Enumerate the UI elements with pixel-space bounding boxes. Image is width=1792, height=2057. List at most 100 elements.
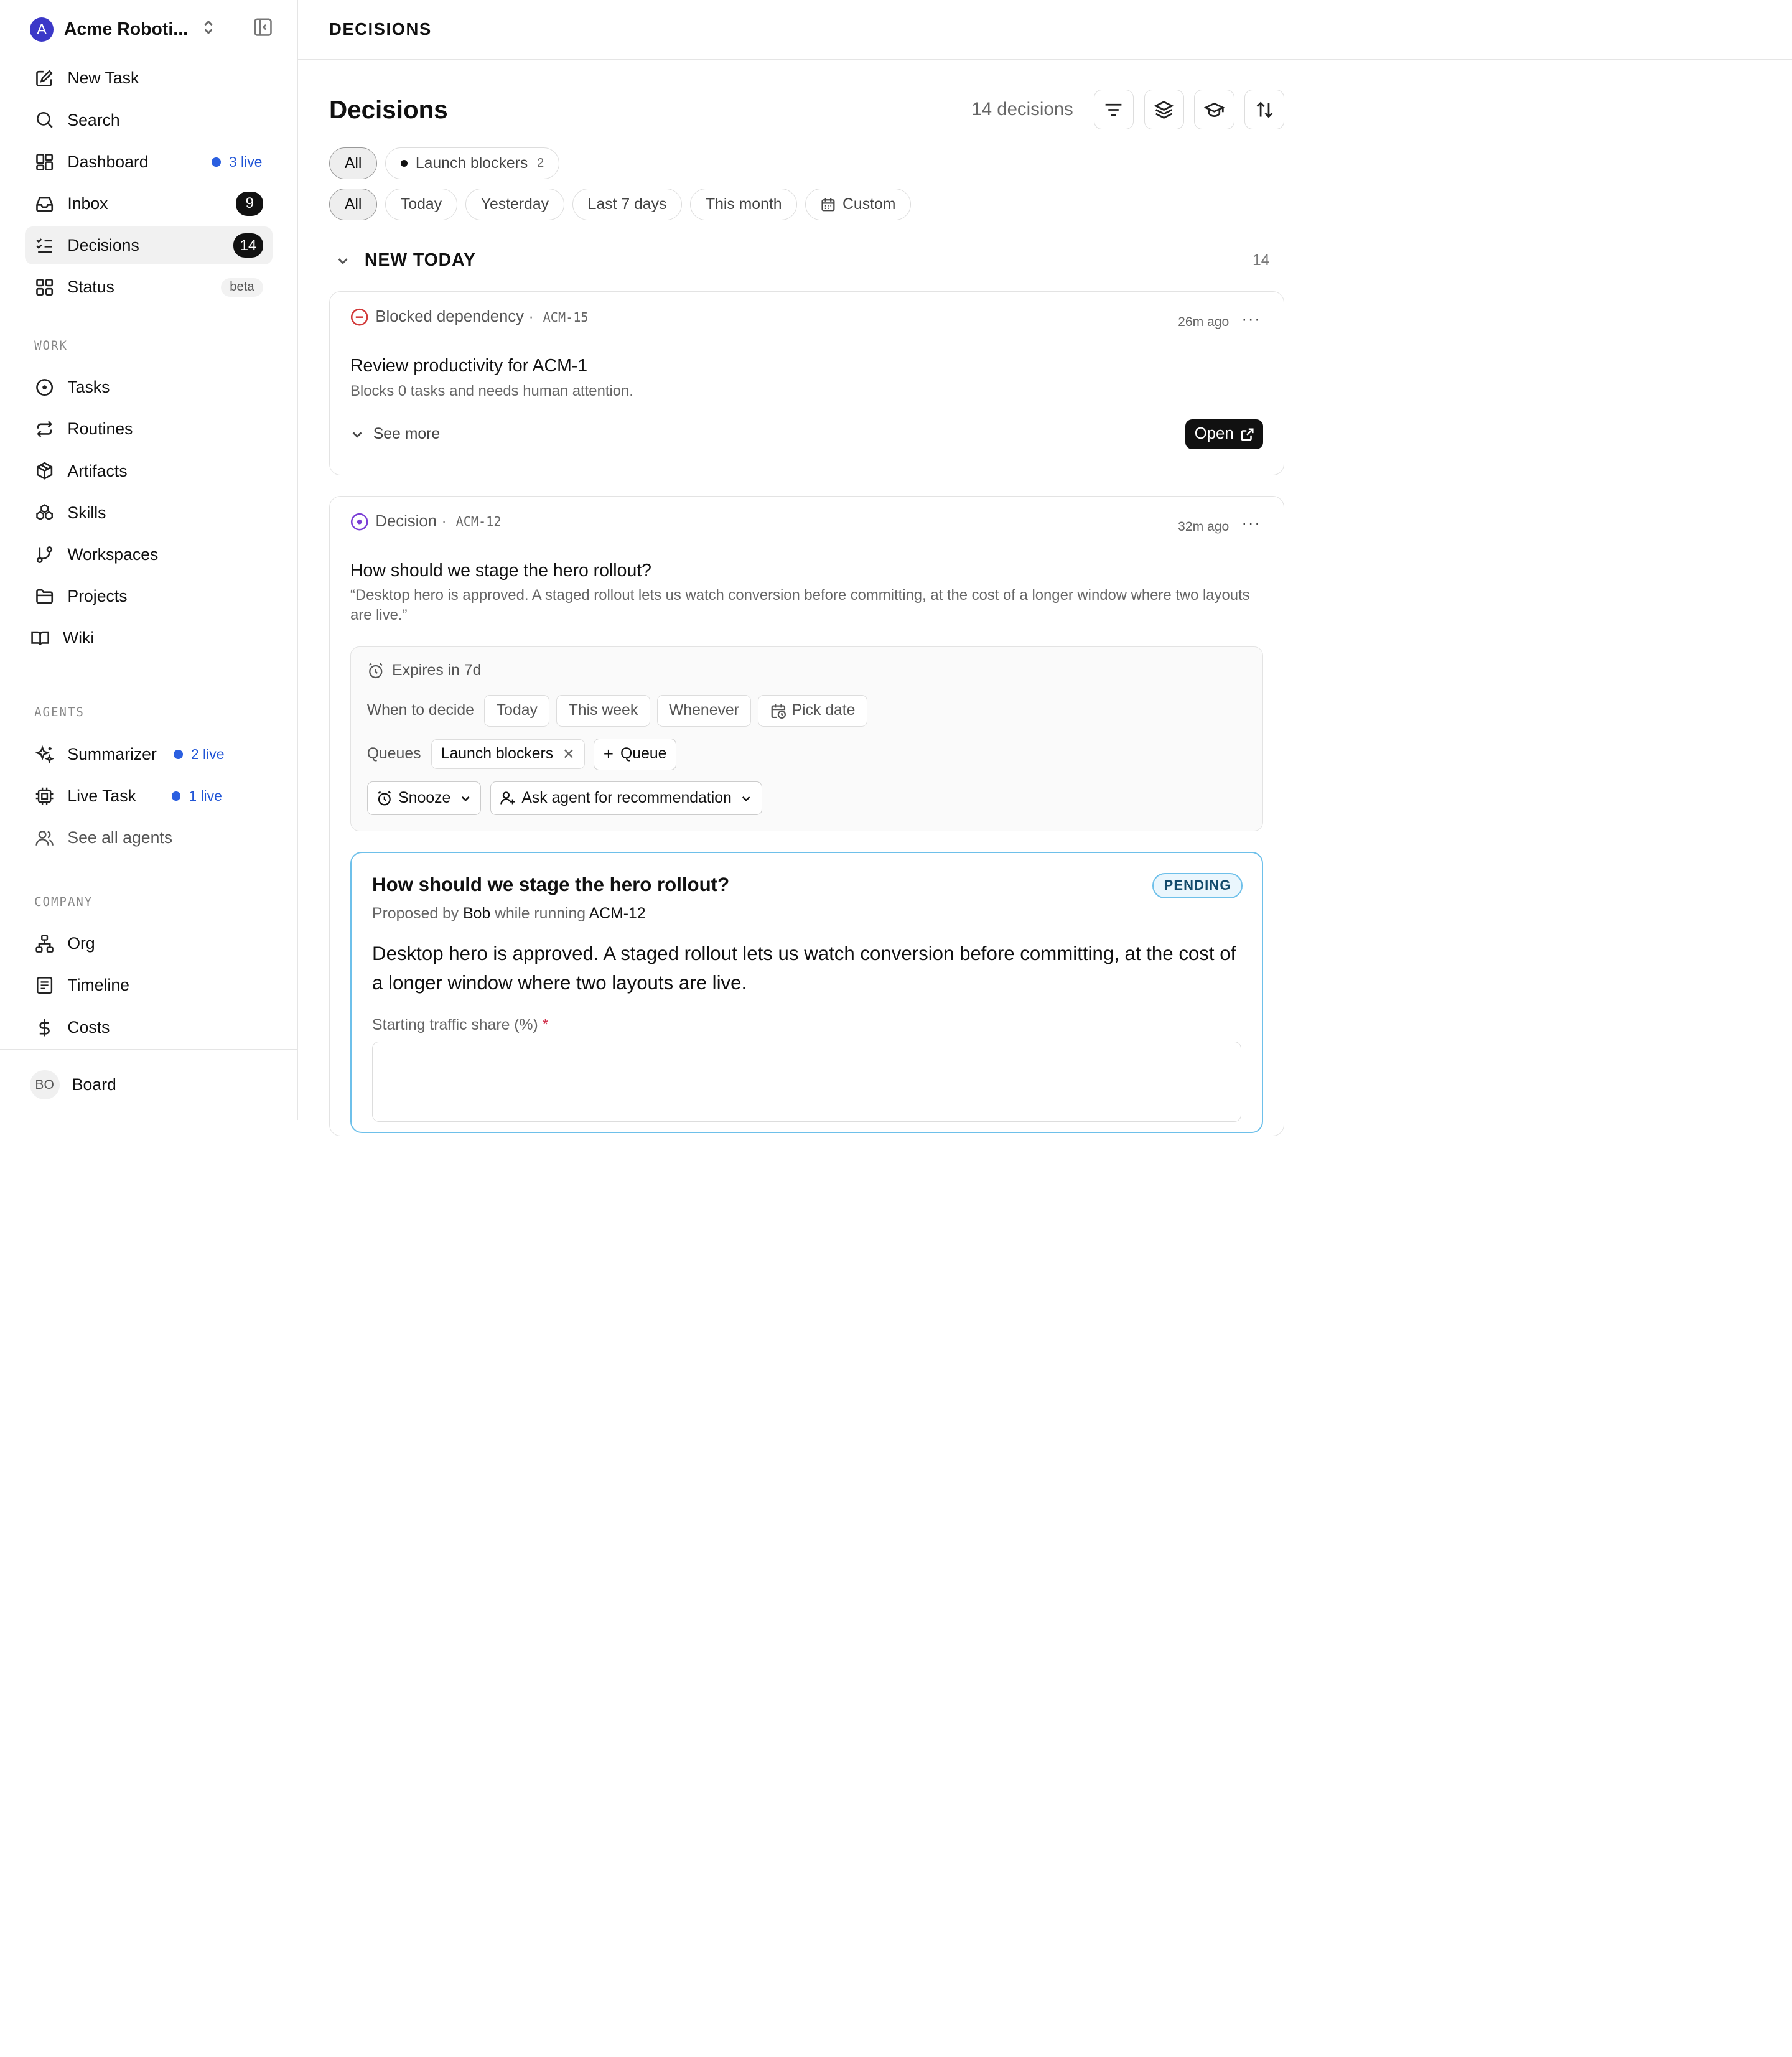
boxes-icon: [34, 503, 55, 523]
live-indicator: 2 live: [174, 746, 225, 763]
blocked-icon: [350, 308, 368, 326]
nav-label: Search: [67, 110, 120, 129]
ask-agent-label: Ask agent for recommendation: [521, 789, 732, 806]
chip-label: Last 7 days: [587, 195, 667, 213]
nav-item-new-task[interactable]: New Task: [25, 60, 273, 98]
open-button[interactable]: Open: [1185, 419, 1264, 449]
workspace-switcher[interactable]: A Acme Roboti...: [0, 0, 297, 60]
nav-label: Live Task: [67, 786, 136, 806]
card-title: How should we stage the hero rollout?: [350, 560, 651, 581]
when-label: When to decide: [366, 702, 474, 719]
agents-nav: Summarizer 2 live Live Task 1 live See a…: [0, 735, 297, 857]
card-description: Blocks 0 tasks and needs human attention…: [350, 382, 633, 399]
live-indicator: 1 live: [172, 788, 222, 805]
chip-date-last-7-days[interactable]: Last 7 days: [572, 189, 683, 221]
decision-card[interactable]: Blocked dependency · ACM-15 26m ago ··· …: [329, 291, 1285, 476]
meta-separator: ·: [528, 308, 534, 326]
nav-label: Workspaces: [67, 545, 159, 564]
nav-item-costs[interactable]: Costs: [25, 1009, 273, 1047]
sidebar-collapse-icon[interactable]: [253, 17, 273, 42]
when-option-pick-date[interactable]: Pick date: [758, 694, 867, 727]
proposal-attribution: Proposed by Bob while running ACM-12: [372, 905, 1241, 923]
snooze-dropdown[interactable]: Snooze: [366, 781, 482, 815]
workspace-logo: A: [29, 17, 54, 42]
nav-item-org[interactable]: Org: [25, 925, 273, 963]
workspace-name: Acme Roboti...: [63, 19, 189, 40]
timeline-icon: [34, 975, 55, 996]
task-code: ACM-12: [455, 514, 502, 529]
task-code: ACM-15: [543, 309, 589, 325]
nav-item-projects[interactable]: Projects: [25, 577, 273, 615]
nav-item-decisions[interactable]: Decisions 14: [25, 226, 273, 264]
queue-filter-chips: All Launch blockers 2: [329, 147, 1284, 180]
nav-item-timeline[interactable]: Timeline: [25, 967, 273, 1005]
nav-item-live-task[interactable]: Live Task 1 live: [25, 777, 273, 815]
chip-date-this-month[interactable]: This month: [690, 189, 798, 221]
chip-date-custom[interactable]: Custom: [805, 189, 912, 221]
nav-item-skills[interactable]: Skills: [25, 494, 273, 532]
meta-separator: ·: [441, 512, 447, 530]
chip-queue-launch-blockers[interactable]: Launch blockers 2: [385, 147, 560, 180]
chevron-down-icon: [352, 432, 362, 438]
nav-label: Inbox: [67, 194, 108, 213]
expires-label: Expires in 7d: [392, 662, 482, 679]
nav-item-tasks[interactable]: Tasks: [25, 368, 273, 406]
nav-item-artifacts[interactable]: Artifacts: [25, 452, 273, 490]
nav-label: Projects: [67, 587, 128, 606]
add-queue-button[interactable]: + Queue: [594, 738, 677, 770]
nav-item-see-all-agents[interactable]: See all agents: [25, 819, 273, 857]
nav-label: Timeline: [67, 976, 129, 995]
chip-queue-all[interactable]: All: [329, 147, 378, 180]
nav-item-wiki[interactable]: Wiki: [25, 620, 273, 658]
group-header-new-today[interactable]: NEW TODAY 14: [329, 230, 1284, 291]
nav-item-inbox[interactable]: Inbox 9: [25, 185, 273, 223]
chip-label: This month: [705, 195, 782, 213]
user-plus-icon: [500, 791, 516, 805]
nav-item-status[interactable]: Status beta: [25, 269, 273, 307]
option-label: Pick date: [791, 702, 856, 719]
actions-row: Snooze Ask agent for recommendation: [366, 781, 1247, 815]
filter-button[interactable]: [1093, 90, 1134, 130]
nav-item-search[interactable]: Search: [25, 101, 273, 139]
chip-date-yesterday[interactable]: Yesterday: [465, 189, 564, 221]
alarm-clock-icon: [378, 791, 391, 806]
company-nav: Org Timeline Costs: [0, 925, 297, 1046]
more-options-button[interactable]: ···: [1242, 310, 1261, 329]
when-option-today[interactable]: Today: [484, 694, 550, 727]
traffic-share-input[interactable]: [372, 1042, 1242, 1122]
when-option-this-week[interactable]: This week: [556, 694, 650, 727]
expiry-row: Expires in 7d: [367, 647, 1247, 695]
nav-label: Org: [67, 934, 95, 953]
avatar: BO: [29, 1070, 60, 1100]
chip-date-today[interactable]: Today: [385, 189, 457, 221]
chip-date-all[interactable]: All: [329, 189, 378, 221]
layers-button[interactable]: [1144, 90, 1184, 130]
more-options-button[interactable]: ···: [1242, 515, 1261, 533]
sort-button[interactable]: [1244, 90, 1285, 130]
proposer-name[interactable]: Bob: [463, 905, 490, 922]
queue-tag-label: Launch blockers: [441, 745, 554, 763]
nav-label: Costs: [67, 1017, 110, 1037]
filter-icon: [1103, 100, 1124, 120]
sidebar-footer[interactable]: BO Board: [0, 1049, 298, 1120]
task-link[interactable]: ACM-12: [589, 905, 646, 922]
proposal-body: Desktop hero is approved. A staged rollo…: [372, 942, 1236, 994]
when-option-whenever[interactable]: Whenever: [656, 694, 752, 727]
layers-icon: [1154, 100, 1174, 120]
top-bar: DECISIONS: [298, 0, 1792, 60]
nav-item-routines[interactable]: Routines: [25, 411, 273, 449]
nav-label: Summarizer: [67, 744, 157, 763]
sidebar: A Acme Roboti... New Task Search Dashboa…: [0, 0, 299, 1120]
ask-agent-dropdown[interactable]: Ask agent for recommendation: [490, 781, 762, 815]
see-more-toggle[interactable]: See more: [350, 426, 440, 443]
nav-item-workspaces[interactable]: Workspaces: [25, 536, 273, 574]
card-meta: Decision · ACM-12: [350, 497, 1263, 547]
decision-card[interactable]: Decision · ACM-12 32m ago ··· How should…: [329, 496, 1285, 1136]
remove-queue-icon[interactable]: ✕: [562, 745, 575, 763]
calendar-icon: [821, 197, 836, 212]
decisions-view: Decisions 14 decisions All Launch blocke…: [329, 60, 1285, 1136]
live-indicator: 3 live: [212, 154, 263, 170]
nav-item-dashboard[interactable]: Dashboard 3 live: [25, 143, 273, 181]
learn-button[interactable]: [1194, 90, 1234, 130]
nav-item-summarizer[interactable]: Summarizer 2 live: [25, 735, 273, 773]
